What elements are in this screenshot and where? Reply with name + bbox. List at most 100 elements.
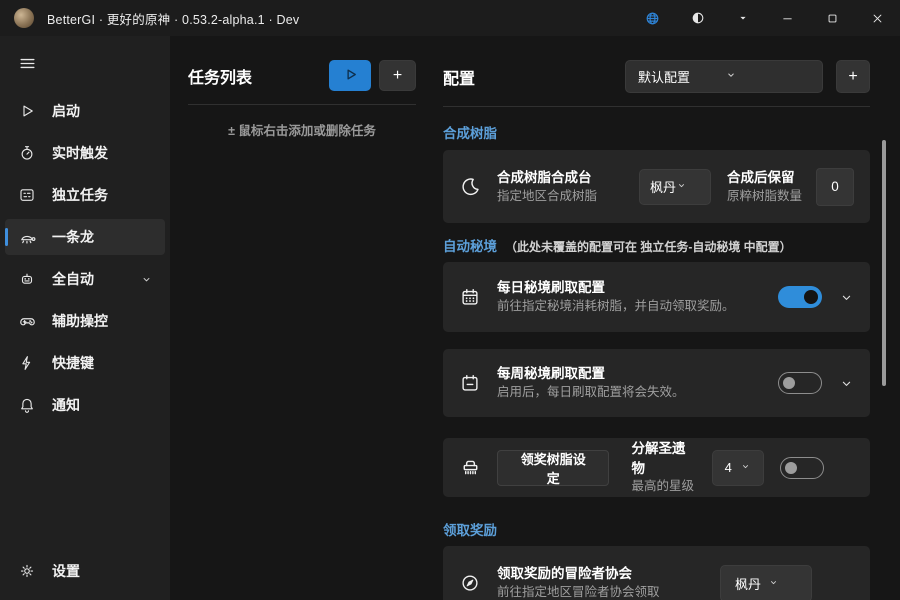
section-header-auto-domain: 自动秘境 [443,235,497,255]
gear-icon [17,562,37,580]
sidebar-item-hotkeys[interactable]: 快捷键 [5,345,165,381]
resin-keep-label: 合成后保留 [727,168,802,188]
titlebar-menu-button[interactable] [720,0,765,36]
task-list-panel: 任务列表 + ± 鼠标右击添加或删除任务 [170,36,430,600]
craft-resin-title: 合成树脂合成台 [497,168,631,188]
artifact-salvage-label: 分解圣遗物 [631,439,697,478]
play-icon [341,65,360,87]
sidebar-spacer [0,426,170,550]
config-title: 配置 [443,65,475,89]
weekly-domain-toggle[interactable] [778,372,822,394]
task-list-icon [17,186,37,204]
sidebar-item-label: 独立任务 [52,185,108,205]
reward-guild-card: 领取奖励的冒险者协会 前往指定地区冒险者协会领取 枫丹 [443,546,870,600]
turtle-icon [17,228,37,247]
calendar-daily-icon [443,286,497,308]
daily-domain-toggle[interactable] [778,286,822,308]
auto-domain-note: （此处未覆盖的配置可在 独立任务-自动秘境 中配置） [505,238,792,255]
resin-keep-value: 0 [831,179,839,194]
task-list-title: 任务列表 [188,64,252,88]
reward-resin-settings-label: 领奖树脂设定 [515,449,591,487]
section-header-claim-rewards: 领取奖励 [443,519,870,539]
divider [443,106,870,107]
section-header-craft-resin: 合成树脂 [443,122,870,142]
moon-icon [443,175,497,198]
craft-resin-subtitle: 指定地区合成树脂 [497,188,631,206]
play-icon [17,102,37,120]
calendar-weekly-icon [443,372,497,394]
sidebar-item-one-dragon[interactable]: 一条龙 [5,219,165,255]
daily-domain-card: 每日秘境刷取配置 前往指定秘境消耗树脂，并自动领取奖励。 [443,262,870,332]
app-icon [14,8,34,28]
reward-guild-title: 领取奖励的冒险者协会 [497,564,712,584]
craft-region-value: 枫丹 [650,177,676,196]
craft-region-select[interactable]: 枫丹 [639,169,711,205]
bell-icon [17,396,37,414]
task-list-hint: ± 鼠标右击添加或删除任务 [188,120,416,139]
toggle-knob [783,377,795,389]
config-panel: 配置 默认配置 + 合成树脂 合成树脂合成台 [430,36,900,600]
maximize-icon [825,11,840,26]
craft-resin-card: 合成树脂合成台 指定地区合成树脂 枫丹 合成后保留 原粹树脂数量 0 [443,150,870,223]
sidebar-item-full-auto[interactable]: 全自动 [5,261,165,297]
theme-contrast-icon [690,10,706,26]
weekly-domain-card: 每周秘境刷取配置 启用后，每日刷取配置将会失效。 [443,349,870,417]
profile-select-value: 默认配置 [638,67,725,86]
globe-icon [644,10,661,27]
daily-domain-subtitle: 前往指定秘境消耗树脂，并自动领取奖励。 [497,298,770,316]
sidebar-item-assist-control[interactable]: 辅助操控 [5,303,165,339]
chevron-down-icon [676,179,702,194]
minimize-icon [780,11,795,26]
robot-icon [17,270,37,288]
selection-indicator [5,228,8,246]
sidebar-item-notifications[interactable]: 通知 [5,387,165,423]
plus-icon: + [848,69,857,85]
window-title: BetterGI · 更好的原神 · 0.53.2-alpha.1 · Dev [47,9,299,28]
sidebar: 启动 实时触发 独立任务 一条龙 全自动 [0,36,170,600]
theme-toggle-button[interactable] [675,0,720,36]
sidebar-item-start[interactable]: 启动 [5,93,165,129]
sidebar-item-label: 实时触发 [52,143,108,163]
minimize-button[interactable] [765,0,810,36]
web-panel-button[interactable] [630,0,675,36]
sidebar-item-label: 设置 [52,561,80,581]
chevron-down-icon[interactable] [140,273,153,286]
artifact-salvage-sublabel: 最高的星级 [631,478,697,496]
sidebar-item-label: 快捷键 [52,353,94,373]
stopwatch-icon [17,144,37,162]
weekly-domain-subtitle: 启用后，每日刷取配置将会失效。 [497,384,770,402]
gamepad-icon [17,312,37,331]
run-tasks-button[interactable] [329,60,371,91]
resin-keep-sublabel: 原粹树脂数量 [727,188,802,206]
daily-domain-title: 每日秘境刷取配置 [497,278,770,298]
resin-keep-input[interactable]: 0 [816,168,854,206]
artifact-star-value: 4 [725,460,740,475]
profile-select[interactable]: 默认配置 [625,60,823,93]
chevron-down-icon [768,576,801,591]
artifact-salvage-toggle[interactable] [780,457,824,479]
artifact-salvage-card: 领奖树脂设定 分解圣遗物 最高的星级 4 [443,438,870,497]
chevron-down-icon[interactable] [839,290,854,305]
reward-guild-subtitle: 前往指定地区冒险者协会领取 [497,584,712,600]
add-profile-button[interactable]: + [836,60,870,93]
reward-resin-settings-button[interactable]: 领奖树脂设定 [497,450,609,486]
reward-region-value: 枫丹 [735,574,768,593]
add-task-button[interactable]: + [379,60,416,91]
scrollbar-thumb[interactable] [882,140,886,386]
sidebar-item-label: 启动 [52,101,80,121]
chevron-down-icon [736,11,750,25]
maximize-button[interactable] [810,0,855,36]
sidebar-item-standalone-tasks[interactable]: 独立任务 [5,177,165,213]
chevron-down-icon [725,69,812,84]
chevron-down-icon[interactable] [839,376,854,391]
hamburger-menu-button[interactable] [8,48,46,82]
chevron-down-icon [740,460,755,475]
sidebar-item-label: 通知 [52,395,80,415]
resin-dispenser-icon [443,456,497,479]
app-window: BetterGI · 更好的原神 · 0.53.2-alpha.1 · Dev [0,0,900,600]
reward-region-select[interactable]: 枫丹 [720,565,812,600]
artifact-star-select[interactable]: 4 [712,450,764,486]
close-button[interactable] [855,0,900,36]
sidebar-item-settings[interactable]: 设置 [5,553,165,589]
sidebar-item-realtime-trigger[interactable]: 实时触发 [5,135,165,171]
